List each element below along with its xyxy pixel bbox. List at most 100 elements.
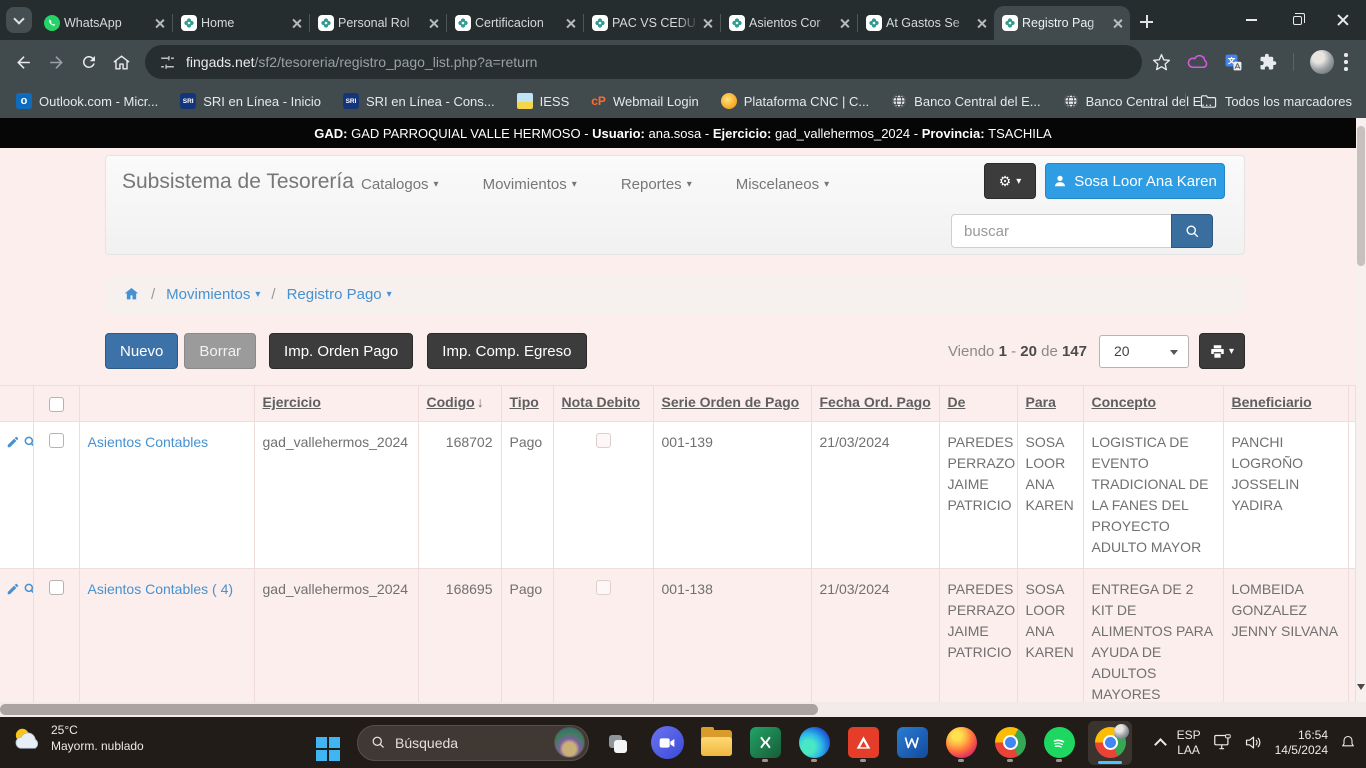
- tab-close-icon[interactable]: [1113, 19, 1122, 28]
- bookmark-outlook[interactable]: o Outlook.com - Micr...: [16, 93, 158, 109]
- asientos-contables-link[interactable]: Asientos Contables: [88, 434, 209, 450]
- chrome-button[interactable]: [990, 723, 1030, 763]
- tab-close-icon[interactable]: [155, 19, 164, 28]
- bookmark-sri-consultas[interactable]: SRI SRI en Línea - Cons...: [343, 93, 495, 109]
- excel-button[interactable]: [745, 723, 785, 763]
- view-magnifier-icon[interactable]: [23, 435, 33, 449]
- menu-movimientos[interactable]: Movimientos▾: [483, 176, 577, 193]
- sort-de[interactable]: De: [948, 394, 966, 410]
- language-indicator[interactable]: ESP LAA: [1177, 728, 1201, 758]
- close-button[interactable]: [1320, 0, 1366, 40]
- edit-pencil-icon[interactable]: [6, 582, 20, 596]
- tray-chevron-up-icon[interactable]: [1154, 738, 1167, 751]
- tab-at-gastos[interactable]: At Gastos Se: [858, 6, 994, 40]
- tab-close-icon[interactable]: [703, 19, 712, 28]
- tab-close-icon[interactable]: [840, 19, 849, 28]
- file-explorer-button[interactable]: [696, 723, 736, 763]
- home-icon[interactable]: [123, 286, 140, 302]
- tab-whatsapp[interactable]: WhatsApp: [36, 6, 172, 40]
- bookmark-star-icon[interactable]: [1152, 53, 1171, 72]
- edit-pencil-icon[interactable]: [6, 435, 20, 449]
- browser-menu-icon[interactable]: [1344, 53, 1348, 71]
- tab-close-icon[interactable]: [566, 19, 575, 28]
- settings-button[interactable]: ⚙▾: [984, 163, 1036, 199]
- user-button[interactable]: Sosa Loor Ana Karen: [1045, 163, 1225, 199]
- profile-avatar[interactable]: [1310, 50, 1334, 74]
- scrollbar-thumb[interactable]: [1357, 126, 1365, 266]
- tab-search-button[interactable]: [6, 7, 32, 33]
- home-button[interactable]: [112, 53, 131, 72]
- bookmark-banco-central-1[interactable]: Banco Central del E...: [891, 93, 1040, 109]
- tab-close-icon[interactable]: [292, 19, 301, 28]
- spotify-button[interactable]: [1039, 723, 1079, 763]
- translate-icon[interactable]: [1224, 53, 1243, 72]
- menu-reportes[interactable]: Reportes▾: [621, 176, 692, 193]
- network-display-icon[interactable]: [1213, 734, 1232, 751]
- breadcrumb-movimientos[interactable]: Movimientos▾: [166, 286, 260, 303]
- scroll-down-arrow[interactable]: [1357, 684, 1365, 690]
- sort-fecha[interactable]: Fecha Ord. Pago: [820, 394, 931, 410]
- search-input[interactable]: [951, 214, 1171, 248]
- sort-para[interactable]: Para: [1026, 394, 1056, 410]
- new-tab-button[interactable]: [1140, 15, 1153, 28]
- clock-widget[interactable]: 16:54 14/5/2024: [1275, 728, 1328, 758]
- volume-icon[interactable]: [1244, 734, 1263, 751]
- scrollbar-thumb[interactable]: [0, 704, 818, 715]
- tab-close-icon[interactable]: [977, 19, 986, 28]
- task-view-button[interactable]: [598, 723, 638, 763]
- page-size-select[interactable]: 20: [1099, 335, 1189, 368]
- word-button[interactable]: [892, 723, 932, 763]
- bookmark-iess[interactable]: IESS: [517, 93, 570, 109]
- horizontal-scrollbar[interactable]: [0, 702, 1366, 717]
- search-highlight-image[interactable]: [554, 727, 585, 758]
- select-all-checkbox[interactable]: [49, 397, 64, 412]
- back-button[interactable]: [14, 53, 33, 72]
- menu-miscelaneos[interactable]: Miscelaneos▾: [736, 176, 829, 193]
- tab-home[interactable]: Home: [173, 6, 309, 40]
- borrar-button[interactable]: Borrar: [184, 333, 256, 369]
- sort-concepto[interactable]: Concepto: [1092, 394, 1157, 410]
- forward-button[interactable]: [47, 53, 66, 72]
- notification-bell-icon[interactable]: [1340, 734, 1356, 751]
- tab-certificacion[interactable]: Certificacion: [447, 6, 583, 40]
- nuevo-button[interactable]: Nuevo: [105, 333, 178, 369]
- row-checkbox[interactable]: [49, 433, 64, 448]
- vertical-scrollbar[interactable]: [1356, 118, 1366, 702]
- menu-catalogos[interactable]: Catalogos▾: [361, 176, 439, 193]
- chrome-active-button[interactable]: [1088, 721, 1132, 765]
- breadcrumb-registro-pago[interactable]: Registro Pago▾: [287, 286, 392, 303]
- adobe-acrobat-button[interactable]: [843, 723, 883, 763]
- sort-beneficiario[interactable]: Beneficiario: [1232, 394, 1312, 410]
- sort-codigo[interactable]: Codigo: [427, 394, 475, 410]
- reload-button[interactable]: [80, 53, 98, 71]
- nota-debito-checkbox[interactable]: [596, 580, 611, 595]
- bookmark-webmail[interactable]: cP Webmail Login: [591, 93, 698, 109]
- nota-debito-checkbox[interactable]: [596, 433, 611, 448]
- taskbar-search[interactable]: Búsqueda: [357, 725, 589, 761]
- print-button[interactable]: ▾: [1199, 333, 1245, 369]
- tab-registro-pago-active[interactable]: Registro Pag: [994, 6, 1130, 40]
- sort-serie[interactable]: Serie Orden de Pago: [662, 394, 800, 410]
- bookmark-cnc[interactable]: Plataforma CNC | C...: [721, 93, 869, 109]
- site-info-icon[interactable]: [159, 54, 176, 71]
- imp-comp-egreso-button[interactable]: Imp. Comp. Egreso: [427, 333, 586, 369]
- sort-nota-debito[interactable]: Nota Debito: [562, 394, 641, 410]
- all-bookmarks[interactable]: Todos los marcadores: [1185, 84, 1352, 118]
- start-button[interactable]: [308, 723, 348, 763]
- minimize-button[interactable]: [1228, 0, 1274, 40]
- view-magnifier-icon[interactable]: [23, 582, 33, 596]
- weather-widget[interactable]: 25°C Mayorm. nublado: [12, 723, 144, 754]
- tab-personal-rol[interactable]: Personal Rol: [310, 6, 446, 40]
- imp-orden-pago-button[interactable]: Imp. Orden Pago: [269, 333, 413, 369]
- tab-pac-vs-cedu[interactable]: PAC VS CEDU: [584, 6, 720, 40]
- url-bar[interactable]: fingads.net/sf2/tesoreria/registro_pago_…: [145, 45, 1142, 79]
- asientos-contables-link[interactable]: Asientos Contables ( 4): [88, 581, 234, 597]
- sort-tipo[interactable]: Tipo: [510, 394, 539, 410]
- row-checkbox[interactable]: [49, 580, 64, 595]
- restore-button[interactable]: [1274, 0, 1320, 40]
- firefox-button[interactable]: [941, 723, 981, 763]
- tab-close-icon[interactable]: [429, 19, 438, 28]
- edge-button[interactable]: [794, 723, 834, 763]
- tab-asientos-contables[interactable]: Asientos Cor: [721, 6, 857, 40]
- extension-cloud-icon[interactable]: [1187, 54, 1208, 70]
